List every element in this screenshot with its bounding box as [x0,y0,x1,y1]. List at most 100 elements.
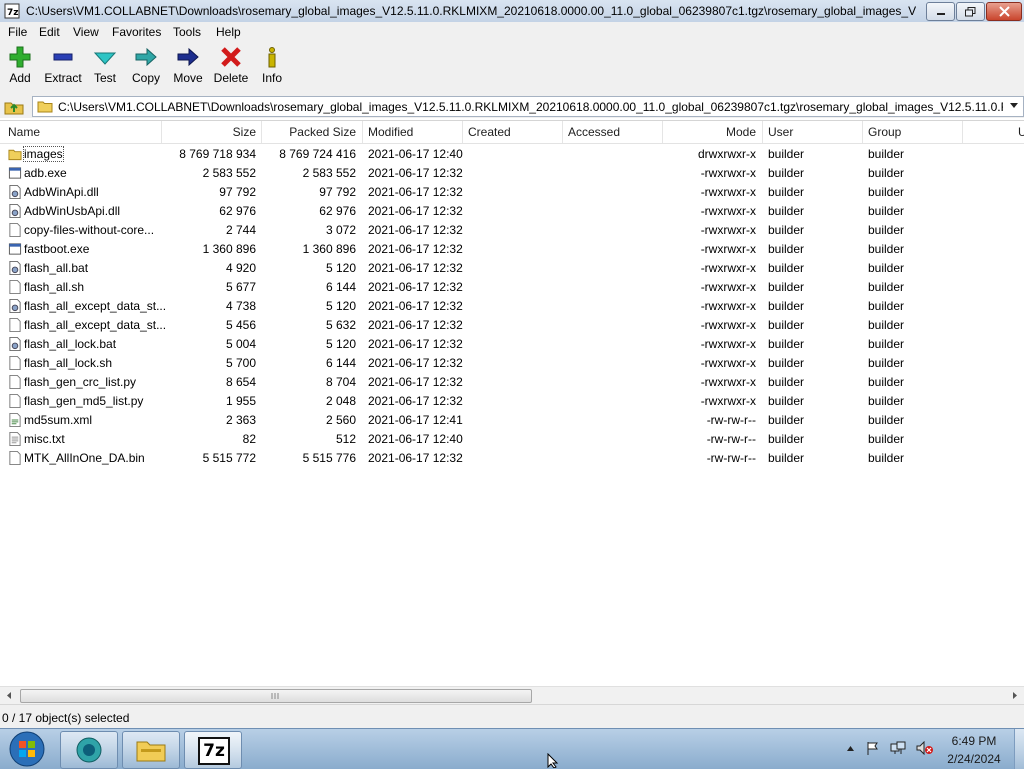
menu-view[interactable]: View [73,25,99,39]
column-separator[interactable] [762,121,763,143]
table-row[interactable]: AdbWinUsbApi.dll 62 976 62 976 2021-06-17 1… [0,202,1024,221]
scroll-left-icon[interactable] [5,691,13,700]
file-mode: -rwxrwxr-x [700,299,756,313]
add-button[interactable]: Add [5,45,35,85]
title-bar[interactable]: 7z C:\Users\VM1.COLLABNET\Downloads\rose… [0,0,1024,23]
table-row[interactable]: AdbWinApi.dll 97 792 97 792 2021-06-17 12:3… [0,183,1024,202]
column-name[interactable]: Name [8,125,40,139]
file-group: builder [868,394,905,408]
table-row[interactable]: flash_all_lock.sh 5 700 6 144 2021-06-17 12… [0,354,1024,373]
settings-file-icon [9,299,21,313]
file-packed-size: 512 [335,432,356,446]
windows-start-icon [9,731,45,767]
file-user: builder [768,261,805,275]
minimize-button[interactable] [926,2,955,21]
horizontal-scrollbar[interactable] [0,686,1024,704]
menu-tools[interactable]: Tools [173,25,201,39]
move-label: Move [173,71,203,85]
column-group[interactable]: Group [868,125,901,139]
column-mode[interactable]: Mode [664,125,756,139]
column-separator[interactable] [662,121,663,143]
folder-icon [8,149,22,161]
menu-favorites[interactable]: Favorites [112,25,161,39]
table-row[interactable]: flash_all_except_data_st... 4 738 5 120 202… [0,297,1024,316]
file-mode: -rwxrwxr-x [700,375,756,389]
file-mode: -rwxrwxr-x [700,337,756,351]
info-button[interactable]: Info [258,45,286,85]
file-name: flash_all_except_data_st... [24,299,167,313]
table-row[interactable]: copy-files-without-core... 2 744 3 072 2021… [0,221,1024,240]
column-separator[interactable] [562,121,563,143]
menu-file[interactable]: File [8,25,27,39]
file-packed-size: 97 792 [319,185,356,199]
column-modified[interactable]: Modified [368,125,413,139]
menu-help[interactable]: Help [216,25,241,39]
table-row[interactable]: flash_gen_crc_list.py 8 654 8 704 2021-06-1… [0,373,1024,392]
start-button[interactable] [4,730,50,768]
column-created[interactable]: Created [468,125,511,139]
seven-zip-icon: 7z [198,737,230,765]
table-row[interactable]: flash_all_lock.bat 5 004 5 120 2021-06-17 1… [0,335,1024,354]
close-button[interactable] [986,2,1022,21]
scrollbar-thumb[interactable] [20,689,532,703]
column-separator[interactable] [261,121,262,143]
show-hidden-icons-icon[interactable] [846,745,855,752]
taskbar-app-browser[interactable] [60,731,118,769]
maximize-button[interactable] [956,2,985,21]
table-row[interactable]: misc.txt 82 512 2021-06-17 12:40 -rw-rw-r-- b… [0,430,1024,449]
scroll-right-icon[interactable] [1011,691,1019,700]
delete-button[interactable]: Delete [213,45,249,85]
settings-file-icon [9,204,21,218]
menu-edit[interactable]: Edit [39,25,60,39]
clock-date[interactable]: 2/24/2024 [938,752,1010,766]
address-field[interactable]: C:\Users\VM1.COLLABNET\Downloads\rosemar… [32,96,1024,117]
column-size[interactable]: Size [166,125,256,139]
column-separator[interactable] [962,121,963,143]
move-button[interactable]: Move [172,45,204,85]
table-row[interactable]: flash_gen_md5_list.py 1 955 2 048 2021-06-1… [0,392,1024,411]
file-size: 2 583 552 [202,166,256,180]
file-group: builder [868,261,905,275]
column-u[interactable]: U [1018,125,1024,139]
dropdown-arrow-icon[interactable] [1009,102,1019,110]
file-size: 4 738 [225,299,256,313]
column-user[interactable]: User [768,125,793,139]
table-row[interactable]: flash_all.bat 4 920 5 120 2021-06-17 12:32 -… [0,259,1024,278]
file-icon [9,375,21,389]
column-separator[interactable] [462,121,463,143]
file-icon [9,451,21,465]
table-row[interactable]: fastboot.exe 1 360 896 1 360 896 2021-06-17… [0,240,1024,259]
copy-button[interactable]: Copy [130,45,162,85]
column-accessed[interactable]: Accessed [568,125,620,139]
table-row[interactable]: flash_all.sh 5 677 6 144 2021-06-17 12:32 -r… [0,278,1024,297]
table-row[interactable]: MTK_AllInOne_DA.bin 5 515 772 5 515 776 202… [0,449,1024,468]
up-folder-button[interactable] [4,97,24,115]
table-row[interactable]: adb.exe 2 583 552 2 583 552 2021-06-17 12:3… [0,164,1024,183]
file-modified: 2021-06-17 12:32 [368,394,463,408]
show-desktop-button[interactable] [1014,729,1024,769]
column-separator[interactable] [862,121,863,143]
address-path: C:\Users\VM1.COLLABNET\Downloads\rosemar… [58,100,1003,114]
file-mode: -rw-rw-r-- [706,451,756,465]
file-mode: -rwxrwxr-x [700,166,756,180]
network-icon[interactable] [890,741,906,755]
action-center-flag-icon[interactable] [866,741,880,755]
column-separator[interactable] [161,121,162,143]
table-row[interactable]: flash_all_except_data_st... 5 456 5 632 202… [0,316,1024,335]
table-row[interactable]: md5sum.xml 2 363 2 560 2021-06-17 12:41 -rw-… [0,411,1024,430]
column-separator[interactable] [362,121,363,143]
taskbar-app-explorer[interactable] [122,731,180,769]
test-button[interactable]: Test [90,45,120,85]
taskbar-app-7zip[interactable]: 7z [184,731,242,769]
volume-muted-icon[interactable] [916,741,934,755]
column-packed-size[interactable]: Packed Size [264,125,356,139]
copy-label: Copy [131,71,160,85]
table-row[interactable]: images 8 769 718 934 8 769 724 416 2021-06-… [0,145,1024,164]
file-list[interactable]: Name Size Packed Size Modified Created A… [0,120,1024,687]
browser-icon [76,737,102,763]
extract-button[interactable]: Extract [43,45,83,85]
file-mode: -rw-rw-r-- [706,432,756,446]
file-group: builder [868,185,905,199]
clock-time[interactable]: 6:49 PM [938,734,1010,748]
delete-label: Delete [213,71,249,85]
